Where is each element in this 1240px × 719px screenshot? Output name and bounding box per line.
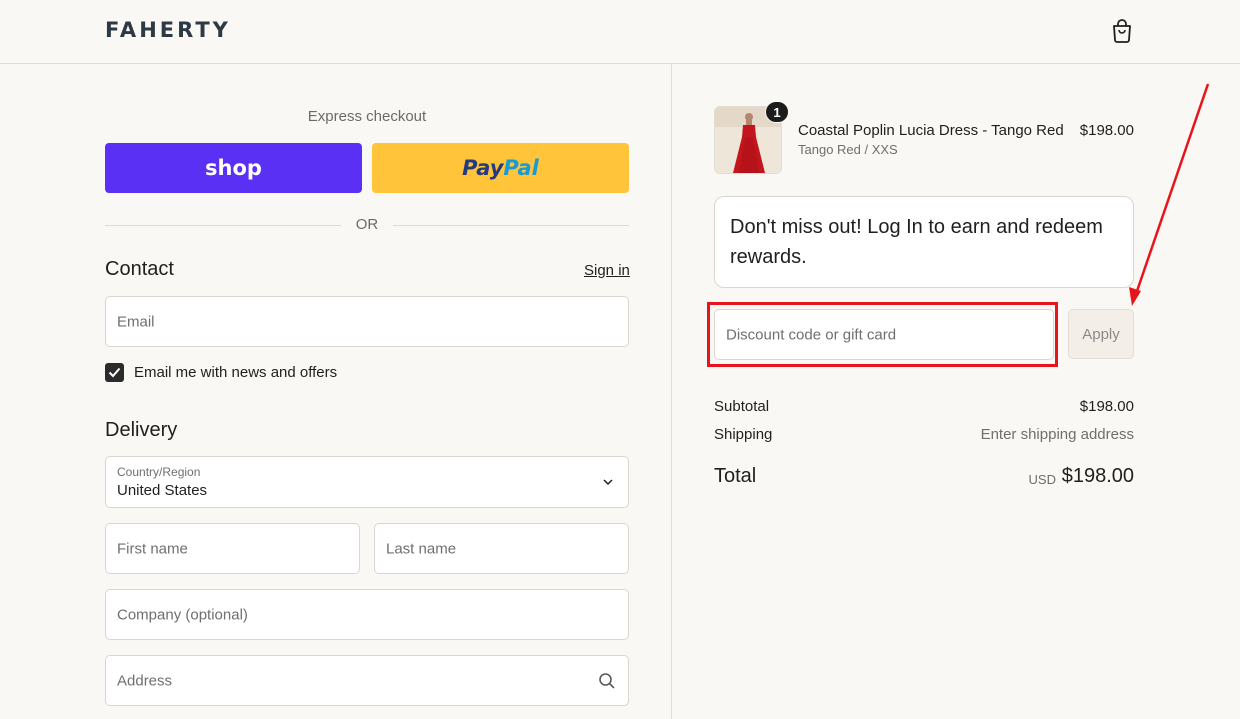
- product-name: Coastal Poplin Lucia Dress - Tango Red: [798, 122, 1064, 139]
- search-icon[interactable]: [598, 672, 616, 690]
- annotation-highlight-box: [707, 302, 1058, 367]
- shipping-value: Enter shipping address: [980, 426, 1134, 443]
- country-select[interactable]: Country/Region United States: [105, 456, 629, 508]
- company-placeholder: Company (optional): [117, 606, 248, 623]
- shop-pay-label: shop: [205, 156, 262, 180]
- paypal-button[interactable]: Pay Pal: [372, 143, 629, 193]
- email-placeholder: Email: [117, 313, 155, 330]
- shipping-label: Shipping: [714, 426, 773, 443]
- company-field[interactable]: Company (optional): [105, 589, 629, 640]
- paypal-label-part2: Pal: [503, 156, 539, 180]
- product-price: $198.00: [1079, 122, 1134, 139]
- total-currency: USD: [1028, 472, 1056, 487]
- address-placeholder: Address: [117, 672, 173, 689]
- contact-heading: Contact: [105, 258, 174, 280]
- shop-pay-button[interactable]: shop: [105, 143, 362, 193]
- newsletter-label: Email me with news and offers: [134, 364, 338, 381]
- site-header: FAHERTY: [0, 0, 1240, 64]
- shopping-bag-icon[interactable]: [1110, 17, 1134, 43]
- first-name-field[interactable]: First name: [105, 523, 360, 574]
- last-name-field[interactable]: Last name: [374, 523, 629, 574]
- checkmark-icon: [108, 367, 121, 378]
- paypal-label-part1: Pay: [462, 156, 504, 180]
- subtotal-value: $198.00: [1079, 398, 1134, 415]
- or-divider-right: [393, 225, 629, 226]
- country-label: Country/Region: [117, 465, 201, 479]
- product-variant: Tango Red / XXS: [798, 142, 898, 157]
- rewards-login-banner[interactable]: Don't miss out! Log In to earn and redee…: [714, 196, 1134, 288]
- address-field[interactable]: Address: [105, 655, 629, 706]
- apply-button[interactable]: Apply: [1068, 309, 1134, 359]
- total-value: $198.00: [1061, 465, 1134, 487]
- brand-logo[interactable]: FAHERTY: [105, 18, 231, 42]
- sign-in-link[interactable]: Sign in: [584, 262, 630, 279]
- total-label: Total: [714, 465, 757, 487]
- chevron-down-icon: [603, 479, 613, 486]
- delivery-heading: Delivery: [105, 419, 178, 441]
- column-divider: [671, 64, 672, 719]
- or-divider-left: [105, 225, 341, 226]
- first-name-placeholder: First name: [117, 540, 188, 557]
- email-field[interactable]: Email: [105, 296, 629, 347]
- newsletter-checkbox[interactable]: [105, 363, 124, 382]
- subtotal-label: Subtotal: [714, 398, 770, 415]
- country-value: United States: [117, 482, 208, 499]
- or-separator: OR: [355, 216, 379, 233]
- express-checkout-title: Express checkout: [307, 108, 427, 125]
- last-name-placeholder: Last name: [386, 540, 457, 557]
- quantity-badge: 1: [765, 101, 789, 123]
